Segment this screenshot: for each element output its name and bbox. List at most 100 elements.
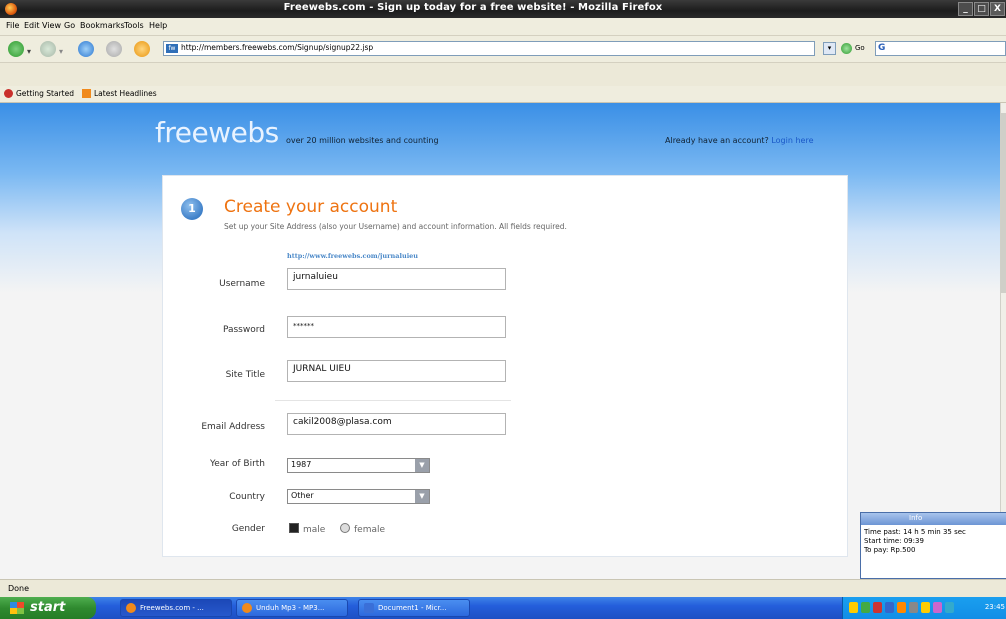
firefox-icon [126, 603, 136, 613]
url-text[interactable]: http://members.freewebs.com/Signup/signu… [181, 43, 373, 52]
maximize-button[interactable]: □ [974, 2, 989, 16]
email-input[interactable]: cakil2008@plasa.com [287, 413, 506, 435]
menu-tools[interactable]: Tools [124, 21, 144, 30]
tray-icon[interactable] [933, 602, 942, 613]
forward-icon[interactable] [40, 41, 56, 57]
year-of-birth-select[interactable]: 1987 ▼ [287, 458, 430, 473]
tray-icon[interactable] [897, 602, 906, 613]
start-label: start [30, 600, 66, 615]
bookmark-latest-headlines[interactable]: Latest Headlines [94, 89, 157, 98]
home-icon[interactable] [134, 41, 150, 57]
username-label: Username [219, 279, 265, 289]
info-widget-title: Info [909, 514, 923, 522]
tray-icon[interactable] [873, 602, 882, 613]
go-button[interactable]: Go [855, 44, 865, 52]
country-label: Country [229, 492, 265, 502]
task-label: Freewebs.com - ... [140, 604, 204, 612]
taskbar: start Freewebs.com - ... Unduh Mp3 - MP3… [0, 597, 1006, 619]
info-widget: Info Time past: 14 h 5 min 35 sec Start … [860, 512, 1006, 579]
windows-logo-icon [10, 602, 24, 614]
menu-help[interactable]: Help [149, 21, 167, 30]
forward-dropdown-icon[interactable]: ▾ [59, 47, 63, 56]
info-widget-header[interactable]: Info [861, 513, 1006, 525]
status-bar: Done [0, 579, 1006, 598]
login-prompt: Already have an account? Login here [665, 136, 814, 145]
menu-edit[interactable]: Edit [24, 21, 40, 30]
start-button[interactable]: start [0, 597, 96, 619]
taskbar-clock[interactable]: 23:45 [985, 603, 1005, 611]
task-document1[interactable]: Document1 - Micr... [358, 599, 470, 617]
password-label: Password [222, 325, 265, 335]
search-input[interactable]: G [875, 41, 1006, 56]
year-of-birth-value: 1987 [291, 460, 312, 469]
form-divider [275, 400, 511, 401]
signup-panel: 1 Create your account Set up your Site A… [162, 175, 848, 557]
freewebs-logo[interactable]: freewebs [155, 116, 279, 149]
getting-started-icon [4, 89, 13, 98]
chevron-down-icon[interactable]: ▼ [415, 459, 429, 472]
task-label: Document1 - Micr... [378, 604, 447, 612]
info-start-time: Start time: 09:39 [864, 537, 924, 545]
back-icon[interactable] [8, 41, 24, 57]
tray-icon[interactable] [921, 602, 930, 613]
scrollbar-thumb[interactable] [1001, 113, 1006, 293]
username-input[interactable]: jurnaluieu [287, 268, 506, 290]
gender-male-option[interactable]: male [289, 523, 325, 535]
minimize-button[interactable]: _ [958, 2, 973, 16]
radio-checked-icon[interactable] [289, 523, 299, 533]
back-dropdown-icon[interactable]: ▾ [27, 47, 31, 56]
status-text: Done [8, 584, 30, 593]
tray-icon[interactable] [909, 602, 918, 613]
menu-bookmarks[interactable]: Bookmarks [80, 21, 125, 30]
gender-female-option[interactable]: female [340, 523, 385, 535]
radio-unchecked-icon[interactable] [340, 523, 350, 533]
firefox-icon [242, 603, 252, 613]
tagline: over 20 million websites and counting [286, 136, 439, 145]
bookmark-getting-started[interactable]: Getting Started [16, 89, 74, 98]
site-title-label: Site Title [225, 370, 265, 380]
chevron-down-icon[interactable]: ▼ [415, 490, 429, 503]
password-input[interactable]: ****** [287, 316, 506, 338]
reload-icon[interactable] [78, 41, 94, 57]
task-label: Unduh Mp3 - MP3... [256, 604, 325, 612]
login-link[interactable]: Login here [771, 136, 813, 145]
tray-icon[interactable] [849, 602, 858, 613]
page-subtitle: Set up your Site Address (also your User… [224, 222, 567, 231]
site-favicon: fw [166, 44, 178, 53]
word-icon [364, 603, 374, 613]
gender-label: Gender [231, 524, 265, 534]
window-title: Freewebs.com - Sign up today for a free … [283, 2, 663, 13]
go-icon[interactable] [841, 43, 852, 54]
url-dropdown-icon[interactable]: ▾ [823, 42, 836, 55]
year-of-birth-label: Year of Birth [209, 459, 265, 469]
rss-icon [82, 89, 91, 98]
site-address-preview: http://www.freewebs.com/jurnaluieu [287, 252, 419, 260]
tray-icon[interactable] [885, 602, 894, 613]
search-engine-icon[interactable]: G [878, 43, 885, 53]
gender-female-label: female [354, 525, 386, 535]
menu-file[interactable]: File [6, 21, 19, 30]
url-bar[interactable]: fw http://members.freewebs.com/Signup/si… [163, 41, 815, 56]
info-time-past: Time past: 14 h 5 min 35 sec [864, 528, 966, 536]
vertical-scrollbar[interactable] [1000, 103, 1006, 579]
window-title-bar: Freewebs.com - Sign up today for a free … [0, 0, 1006, 18]
step-number-badge: 1 [181, 198, 203, 220]
close-button[interactable]: X [990, 2, 1005, 16]
stop-icon[interactable] [106, 41, 122, 57]
menu-view[interactable]: View [42, 21, 61, 30]
gender-male-label: male [303, 525, 326, 535]
email-label: Email Address [201, 422, 265, 432]
menu-go[interactable]: Go [64, 21, 75, 30]
page-title: Create your account [224, 197, 398, 217]
task-freewebs[interactable]: Freewebs.com - ... [120, 599, 232, 617]
task-unduh-mp3[interactable]: Unduh Mp3 - MP3... [236, 599, 348, 617]
site-title-input[interactable]: JURNAL UIEU [287, 360, 506, 382]
bookmarks-toolbar: Getting Started Latest Headlines [0, 86, 1006, 103]
tray-icon[interactable] [861, 602, 870, 613]
tray-icon[interactable] [945, 602, 954, 613]
country-value: Other [291, 491, 314, 500]
menu-bar: File Edit View Go Bookmarks Tools Help [0, 18, 1006, 36]
system-tray: 23:45 [842, 597, 1006, 619]
info-to-pay: To pay: Rp.500 [864, 546, 916, 554]
country-select[interactable]: Other ▼ [287, 489, 430, 504]
